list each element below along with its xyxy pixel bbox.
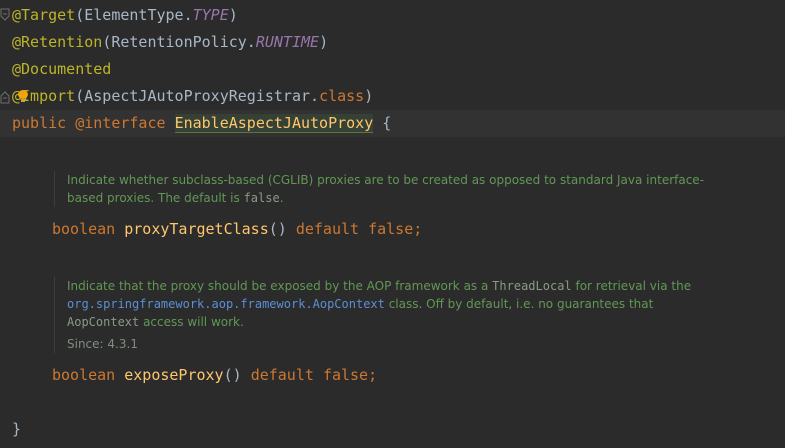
keyword-token: false; [322, 366, 378, 384]
code-token: ) [364, 87, 374, 105]
doc-text: for retrieval via the [571, 279, 692, 293]
javadoc-proxy-target-class: Indicate whether subclass-based (CGLIB) … [54, 171, 727, 207]
code-token: (ElementType. [75, 6, 193, 24]
keyword-token: @interface [75, 114, 166, 132]
code-line-expose-proxy[interactable]: boolean exposeProxy() default false; [52, 362, 377, 389]
method-name-token[interactable]: proxyTargetClass [124, 220, 269, 238]
code-line-closing-brace[interactable]: } [12, 416, 21, 443]
keyword-token: boolean [52, 366, 116, 384]
code-token: ) [319, 33, 329, 51]
brace-token: } [12, 420, 22, 438]
code-line-proxy-target-class[interactable]: boolean proxyTargetClass() default false… [52, 216, 422, 243]
code-line-target[interactable]: @Target(ElementType.TYPE) [12, 2, 238, 29]
doc-code: AopContext [67, 315, 140, 329]
code-token: () [223, 366, 242, 384]
code-token: () [268, 220, 287, 238]
doc-text: Indicate that the proxy should be expose… [67, 279, 493, 293]
doc-code: false [243, 191, 280, 205]
doc-link[interactable]: org.springframework.aop.framework.AopCon… [67, 297, 385, 311]
fold-marker-icon[interactable] [0, 90, 10, 104]
interface-name-token[interactable]: EnableAspectJAutoProxy [174, 114, 374, 133]
brace-token: { [382, 114, 392, 132]
keyword-token: boolean [52, 220, 116, 238]
code-token: (AspectJAutoProxyRegistrar. [75, 87, 320, 105]
code-line-interface-declaration[interactable]: public @interface EnableAspectJAutoProxy… [12, 110, 391, 137]
doc-text: Indicate whether subclass-based (CGLIB) … [67, 173, 705, 205]
code-line-import[interactable]: @Import(AspectJAutoProxyRegistrar.class) [12, 83, 373, 110]
doc-text: access will work. [139, 315, 244, 329]
since-label: Since: [67, 337, 104, 351]
code-token: (RetentionPolicy. [102, 33, 256, 51]
enum-constant-token: RUNTIME [255, 33, 320, 51]
code-line-retention[interactable]: @Retention(RetentionPolicy.RUNTIME) [12, 29, 328, 56]
doc-text: class. Off by default, i.e. no guarantee… [384, 297, 654, 311]
fold-marker-icon[interactable] [0, 8, 10, 22]
code-line-documented[interactable]: @Documented [12, 56, 111, 83]
javadoc-expose-proxy: Indicate that the proxy should be expose… [54, 277, 727, 353]
annotation-token: @Target [12, 6, 76, 24]
since-value: 4.3.1 [107, 337, 138, 351]
keyword-token: default [295, 220, 360, 238]
enum-constant-token: TYPE [192, 6, 229, 24]
annotation-token: @Documented [12, 60, 112, 78]
keyword-token: default [250, 366, 314, 384]
code-editor[interactable]: @Target(ElementType.TYPE) @Retention(Ret… [0, 0, 785, 448]
keyword-token: false; [368, 220, 423, 238]
method-name-token[interactable]: exposeProxy [124, 366, 223, 384]
annotation-token: @Retention [12, 33, 103, 51]
since-tag: Since: 4.3.1 [67, 335, 727, 353]
doc-code: ThreadLocal [492, 279, 572, 293]
doc-text: . [279, 191, 284, 205]
code-token: ) [228, 6, 238, 24]
intention-bulb-icon[interactable] [18, 90, 28, 102]
keyword-token: public [12, 114, 67, 132]
keyword-token: class [319, 87, 365, 105]
